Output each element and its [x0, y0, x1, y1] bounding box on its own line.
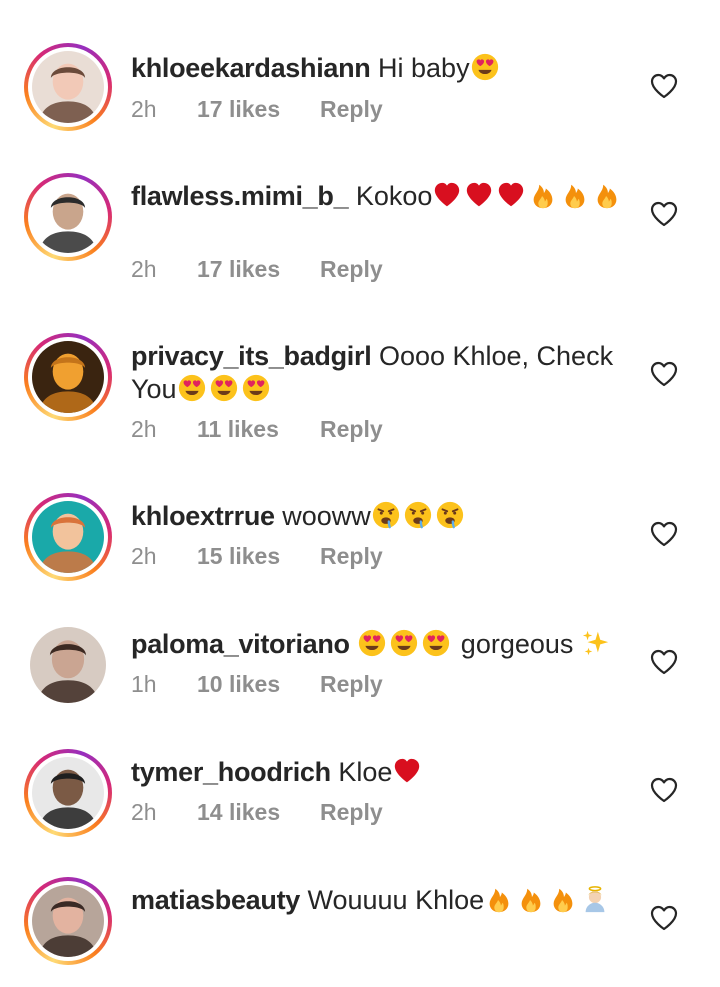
comment-text: Hi baby — [378, 53, 470, 83]
avatar-story-ring[interactable] — [24, 877, 112, 965]
heart-eyes-emoji-icon — [421, 628, 451, 658]
comment-meta: 1h 10 likes Reply — [131, 671, 383, 698]
heart-outline-icon[interactable] — [650, 73, 678, 99]
comment-meta: 2h 15 likes Reply — [131, 543, 383, 570]
heart-outline-icon[interactable] — [650, 905, 678, 931]
sparkles-emoji-icon — [581, 628, 611, 658]
comment-body: khloeekardashiann Hi baby — [131, 52, 631, 85]
avatar[interactable] — [32, 757, 104, 829]
heart-outline-icon[interactable] — [650, 649, 678, 675]
reply-button[interactable]: Reply — [320, 256, 383, 283]
avatar-story-ring[interactable] — [24, 333, 112, 421]
heart-eyes-emoji-icon — [209, 373, 239, 403]
comment-body: matiasbeauty Wouuuu Khloe — [131, 884, 631, 917]
comment-text: Kokoo — [355, 181, 433, 211]
avatar[interactable] — [32, 885, 104, 957]
comment-text: wooww — [282, 501, 371, 531]
likes-count-link[interactable]: 10 likes — [197, 671, 320, 698]
comment-body: privacy_its_badgirl Oooo Khloe, Check Yo… — [131, 340, 631, 406]
comment-time: 2h — [131, 543, 157, 569]
heart-eyes-emoji-icon — [470, 52, 500, 82]
fire-emoji-icon — [528, 180, 558, 210]
likes-count-link[interactable]: 11 likes — [197, 416, 320, 443]
fire-emoji-icon — [484, 884, 514, 914]
comment-body: khloextrrue wooww — [131, 500, 631, 533]
red-heart-emoji-icon — [392, 756, 422, 786]
comment-time: 2h — [131, 256, 157, 282]
angel-person-emoji-icon — [580, 884, 610, 914]
drooling-emoji-icon — [371, 500, 401, 530]
comment-body: paloma_vitoriano gorgeous — [131, 628, 631, 661]
avatar[interactable] — [32, 341, 104, 413]
fire-emoji-icon — [592, 180, 622, 210]
avatar[interactable] — [32, 501, 104, 573]
red-heart-emoji-icon — [432, 180, 462, 210]
comment-text: Wouuuu Khloe — [307, 885, 485, 915]
username-link[interactable]: privacy_its_badgirl — [131, 341, 372, 371]
avatar[interactable] — [32, 181, 104, 253]
comment-text: Kloe — [338, 757, 393, 787]
reply-button[interactable]: Reply — [320, 416, 383, 443]
username-link[interactable]: flawless.mimi_b_ — [131, 181, 349, 211]
likes-count-link[interactable]: 15 likes — [197, 543, 320, 570]
heart-eyes-emoji-icon — [357, 628, 387, 658]
username-link[interactable]: khloextrrue — [131, 501, 275, 531]
username-link[interactable]: matiasbeauty — [131, 885, 300, 915]
avatar-story-ring[interactable] — [24, 173, 112, 261]
heart-eyes-emoji-icon — [177, 373, 207, 403]
reply-button[interactable]: Reply — [320, 543, 383, 570]
reply-button[interactable]: Reply — [320, 671, 383, 698]
red-heart-emoji-icon — [464, 180, 494, 210]
avatar-story-ring[interactable] — [24, 749, 112, 837]
reply-button[interactable]: Reply — [320, 96, 383, 123]
comment-body: tymer_hoodrich Kloe — [131, 756, 631, 789]
avatar-story-ring[interactable] — [24, 621, 112, 709]
heart-outline-icon[interactable] — [650, 201, 678, 227]
avatar-story-ring[interactable] — [24, 43, 112, 131]
comment-time: 2h — [131, 799, 157, 825]
heart-eyes-emoji-icon — [241, 373, 271, 403]
comment-meta: 2h 11 likes Reply — [131, 416, 383, 443]
likes-count-link[interactable]: 14 likes — [197, 799, 320, 826]
comment-list: khloeekardashiann Hi baby 2h 17 likes Repl… — [0, 0, 720, 965]
likes-count-link[interactable]: 17 likes — [197, 256, 320, 283]
fire-emoji-icon — [516, 884, 546, 914]
username-link[interactable]: paloma_vitoriano — [131, 629, 350, 659]
avatar[interactable] — [32, 51, 104, 123]
drooling-emoji-icon — [435, 500, 465, 530]
heart-outline-icon[interactable] — [650, 521, 678, 547]
avatar[interactable] — [30, 627, 106, 703]
comment-meta: 2h 17 likes Reply — [131, 96, 383, 123]
username-link[interactable]: khloeekardashiann — [131, 53, 371, 83]
comment-body: flawless.mimi_b_ Kokoo — [131, 180, 631, 213]
drooling-emoji-icon — [403, 500, 433, 530]
comment-meta — [131, 960, 320, 987]
comment-time: 2h — [131, 96, 157, 122]
comment-time: 1h — [131, 671, 157, 697]
red-heart-emoji-icon — [496, 180, 526, 210]
likes-count-link[interactable]: 17 likes — [197, 96, 320, 123]
fire-emoji-icon — [560, 180, 590, 210]
comment-meta: 2h 14 likes Reply — [131, 799, 383, 826]
username-link[interactable]: tymer_hoodrich — [131, 757, 331, 787]
heart-outline-icon[interactable] — [650, 361, 678, 387]
comment-meta: 2h 17 likes Reply — [131, 256, 383, 283]
reply-button[interactable]: Reply — [320, 799, 383, 826]
comment-text: gorgeous — [460, 629, 574, 659]
comment-time: 2h — [131, 416, 157, 442]
fire-emoji-icon — [548, 884, 578, 914]
avatar-story-ring[interactable] — [24, 493, 112, 581]
heart-eyes-emoji-icon — [389, 628, 419, 658]
heart-outline-icon[interactable] — [650, 777, 678, 803]
